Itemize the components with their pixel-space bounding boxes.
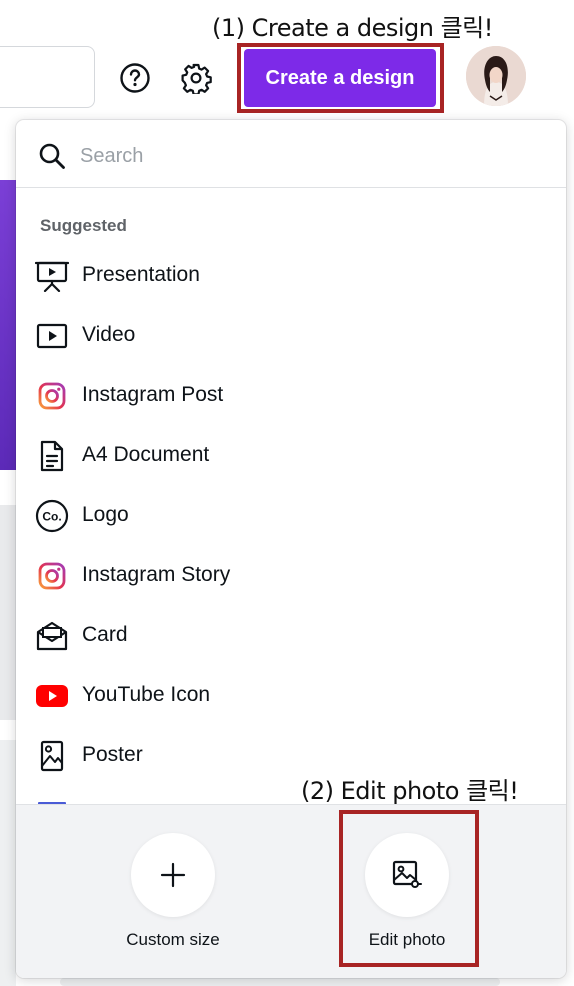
suggested-list: Presentation Video Instagram Post A4 Doc…	[16, 246, 566, 786]
custom-size-label: Custom size	[126, 930, 220, 949]
annotation-step-1: (1) Create a design 클릭!	[212, 14, 493, 42]
question-circle-icon[interactable]	[119, 62, 151, 94]
edit-photo-label: Edit photo	[368, 930, 446, 949]
logo-co-icon: Co.	[34, 499, 70, 533]
background-panel	[0, 505, 16, 720]
plus-icon	[160, 862, 186, 888]
list-item-instagram-post[interactable]: Instagram Post	[16, 366, 566, 426]
list-item-label: A4 Document	[82, 443, 210, 466]
list-item-video[interactable]: Video	[16, 306, 566, 366]
annotation-step-2: (2) Edit photo 클릭!	[301, 777, 519, 805]
create-design-button[interactable]: Create a design	[244, 49, 436, 107]
list-item-label: Instagram Story	[82, 563, 231, 586]
poster-icon	[34, 740, 70, 772]
edit-photo-button[interactable]	[365, 833, 449, 917]
list-item-label: Poster	[82, 743, 143, 766]
instagram-icon	[34, 380, 70, 412]
list-item-logo[interactable]: Co. Logo	[16, 486, 566, 546]
video-icon	[34, 320, 70, 352]
list-item-a4-document[interactable]: A4 Document	[16, 426, 566, 486]
background-search-field	[0, 46, 95, 108]
list-item-label: Instagram Post	[82, 383, 224, 406]
card-envelope-icon	[34, 620, 70, 652]
youtube-icon	[34, 680, 70, 712]
instagram-icon	[34, 560, 70, 592]
background-banner	[0, 180, 16, 470]
list-item-instagram-story[interactable]: Instagram Story	[16, 546, 566, 606]
document-icon	[34, 440, 70, 472]
list-item-label: Card	[82, 623, 128, 646]
presentation-icon	[34, 260, 70, 292]
background-strip	[60, 978, 500, 986]
edit-photo-icon	[392, 860, 422, 888]
search-input[interactable]	[80, 138, 520, 174]
search-row	[16, 120, 566, 188]
list-item-label: Presentation	[82, 263, 200, 286]
custom-size-button[interactable]	[131, 833, 215, 917]
search-icon	[39, 143, 65, 169]
list-item-youtube-icon[interactable]: YouTube Icon	[16, 666, 566, 726]
avatar-photo-icon	[466, 46, 526, 106]
create-design-dropdown: Suggested Presentation Video	[16, 120, 566, 978]
dropdown-footer: Custom size Edit photo	[16, 804, 566, 978]
svg-text:Co.: Co.	[42, 510, 61, 524]
list-item-label: Video	[82, 323, 136, 346]
list-item-card[interactable]: Card	[16, 606, 566, 666]
gear-icon[interactable]	[180, 62, 212, 94]
list-item-presentation[interactable]: Presentation	[16, 246, 566, 306]
list-item-label: Logo	[82, 503, 129, 526]
section-label: Suggested	[40, 216, 127, 235]
avatar[interactable]	[466, 46, 526, 106]
list-item-label: YouTube Icon	[82, 683, 211, 706]
background-panel	[0, 740, 16, 986]
